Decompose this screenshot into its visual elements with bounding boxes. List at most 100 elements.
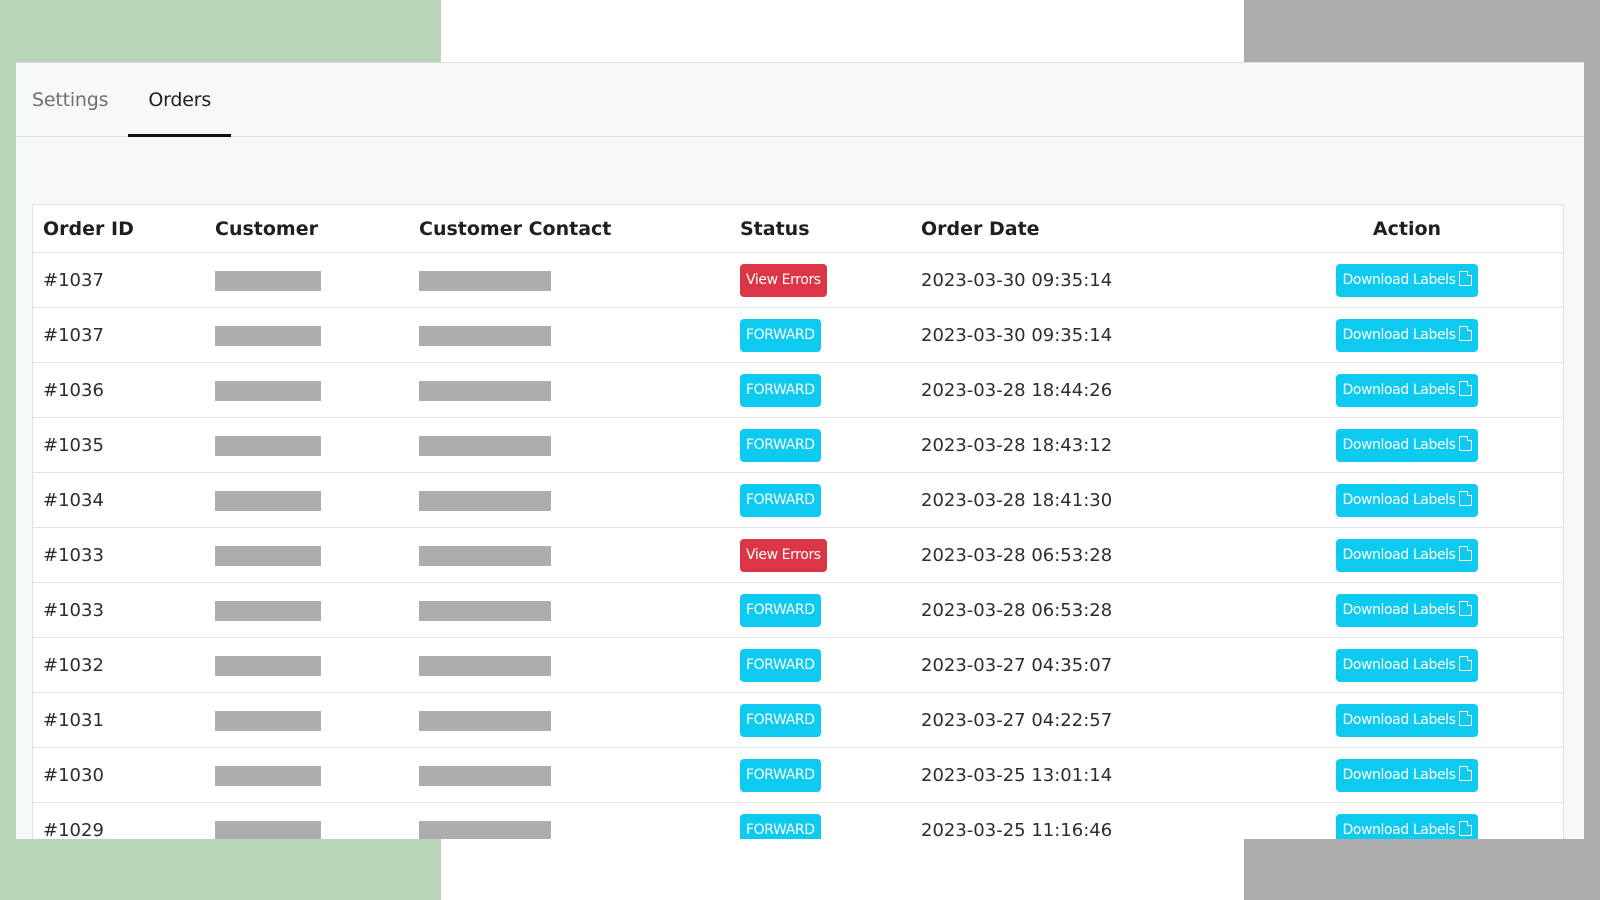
customer-name-redacted — [215, 765, 321, 786]
download-labels-label: Download Labels — [1342, 546, 1456, 563]
order-date: 2023-03-30 09:35:14 — [921, 269, 1113, 291]
pdf-file-icon — [1458, 655, 1472, 671]
customer-contact-redacted — [419, 820, 551, 839]
background-gray-block-bottom — [1244, 838, 1600, 900]
forward-button[interactable]: FORWARD — [740, 373, 821, 407]
customer-cell — [205, 692, 409, 748]
order-date-cell: 2023-03-28 18:41:30 — [911, 472, 1251, 528]
action-cell: Download Labels — [1251, 527, 1563, 583]
download-labels-button[interactable]: Download Labels — [1336, 538, 1478, 572]
customer-name-redacted — [215, 600, 321, 621]
customer-contact-redacted — [419, 710, 551, 731]
download-labels-button[interactable]: Download Labels — [1336, 428, 1478, 462]
forward-button[interactable]: FORWARD — [740, 318, 821, 352]
pdf-file-icon — [1458, 325, 1472, 341]
status-cell: FORWARD — [730, 802, 911, 839]
download-labels-button[interactable]: Download Labels — [1336, 263, 1478, 297]
order-id: #1037 — [43, 269, 104, 291]
forward-button[interactable]: FORWARD — [740, 703, 821, 737]
download-labels-button[interactable]: Download Labels — [1336, 758, 1478, 792]
forward-button[interactable]: FORWARD — [740, 428, 821, 462]
order-id: #1037 — [43, 324, 104, 346]
forward-button[interactable]: FORWARD — [740, 593, 821, 627]
background-green-block-top — [0, 0, 441, 63]
download-labels-button[interactable]: Download Labels — [1336, 483, 1478, 517]
forward-button[interactable]: FORWARD — [740, 813, 821, 839]
download-labels-button[interactable]: Download Labels — [1336, 373, 1478, 407]
download-labels-label: Download Labels — [1342, 491, 1456, 508]
order-id: #1034 — [43, 489, 104, 511]
order-id-cell: #1034 — [33, 472, 205, 528]
status-cell: FORWARD — [730, 362, 911, 418]
header-order-date: Order Date — [911, 205, 1251, 253]
forward-button[interactable]: FORWARD — [740, 648, 821, 682]
orders-table-container: Order ID Customer Customer Contact Statu… — [32, 204, 1564, 839]
order-date-cell: 2023-03-25 11:16:46 — [911, 802, 1251, 840]
download-labels-label: Download Labels — [1342, 656, 1456, 673]
order-date-cell: 2023-03-30 09:35:14 — [911, 252, 1251, 308]
table-row: #1033 View Errors 2023-03-28 06:53:28 Do… — [33, 527, 1563, 583]
order-id: #1033 — [43, 599, 104, 621]
header-customer-contact: Customer Contact — [409, 205, 730, 253]
forward-button[interactable]: FORWARD — [740, 758, 821, 792]
download-labels-label: Download Labels — [1342, 436, 1456, 453]
order-date: 2023-03-25 11:16:46 — [921, 819, 1113, 840]
order-id: #1029 — [43, 819, 104, 840]
pdf-file-icon — [1458, 710, 1472, 726]
download-labels-button[interactable]: Download Labels — [1336, 813, 1478, 839]
view-errors-button[interactable]: View Errors — [740, 263, 827, 297]
order-date: 2023-03-27 04:22:57 — [921, 709, 1113, 731]
download-labels-button[interactable]: Download Labels — [1336, 648, 1478, 682]
action-cell: Download Labels — [1251, 417, 1563, 473]
background-green-block-bottom — [0, 838, 441, 900]
download-labels-button[interactable]: Download Labels — [1336, 318, 1478, 352]
customer-contact-redacted — [419, 380, 551, 401]
download-labels-label: Download Labels — [1342, 381, 1456, 398]
download-labels-label: Download Labels — [1342, 271, 1456, 288]
customer-contact-redacted — [419, 655, 551, 676]
order-id-cell: #1033 — [33, 582, 205, 638]
pdf-file-icon — [1458, 600, 1472, 616]
order-id-cell: #1037 — [33, 252, 205, 308]
table-row: #1036 FORWARD 2023-03-28 18:44:26 Downlo… — [33, 362, 1563, 418]
customer-cell — [205, 637, 409, 693]
status-cell: FORWARD — [730, 582, 911, 638]
order-id-cell: #1036 — [33, 362, 205, 418]
background-gray-strip — [1584, 0, 1600, 900]
order-date-cell: 2023-03-27 04:22:57 — [911, 692, 1251, 748]
customer-cell — [205, 252, 409, 308]
order-id-cell: #1031 — [33, 692, 205, 748]
order-id-cell: #1033 — [33, 527, 205, 583]
order-date-cell: 2023-03-28 18:43:12 — [911, 417, 1251, 473]
pdf-file-icon — [1458, 380, 1472, 396]
customer-name-redacted — [215, 545, 321, 566]
status-cell: FORWARD — [730, 747, 911, 803]
order-date: 2023-03-27 04:35:07 — [921, 654, 1113, 676]
pdf-file-icon — [1458, 270, 1472, 286]
customer-name-redacted — [215, 655, 321, 676]
action-cell: Download Labels — [1251, 252, 1563, 308]
view-errors-button[interactable]: View Errors — [740, 538, 827, 572]
customer-cell — [205, 527, 409, 583]
table-row: #1029 FORWARD 2023-03-25 11:16:46 Downlo… — [33, 802, 1563, 840]
forward-button[interactable]: FORWARD — [740, 483, 821, 517]
tab-orders[interactable]: Orders — [128, 63, 231, 137]
customer-cell — [205, 582, 409, 638]
customer-contact-cell — [409, 802, 730, 839]
order-date-cell: 2023-03-30 09:35:14 — [911, 307, 1251, 363]
customer-name-redacted — [215, 270, 321, 291]
orders-table: Order ID Customer Customer Contact Statu… — [33, 205, 1563, 839]
customer-cell — [205, 307, 409, 363]
action-cell: Download Labels — [1251, 802, 1563, 839]
customer-name-redacted — [215, 490, 321, 511]
order-id-cell: #1029 — [33, 802, 205, 840]
download-labels-button[interactable]: Download Labels — [1336, 703, 1478, 737]
order-id: #1035 — [43, 434, 104, 456]
tab-settings[interactable]: Settings — [32, 63, 109, 136]
table-row: #1035 FORWARD 2023-03-28 18:43:12 Downlo… — [33, 417, 1563, 473]
tab-bar: Settings Orders — [16, 63, 1584, 137]
download-labels-button[interactable]: Download Labels — [1336, 593, 1478, 627]
download-labels-label: Download Labels — [1342, 821, 1456, 838]
customer-name-redacted — [215, 380, 321, 401]
customer-name-redacted — [215, 435, 321, 456]
